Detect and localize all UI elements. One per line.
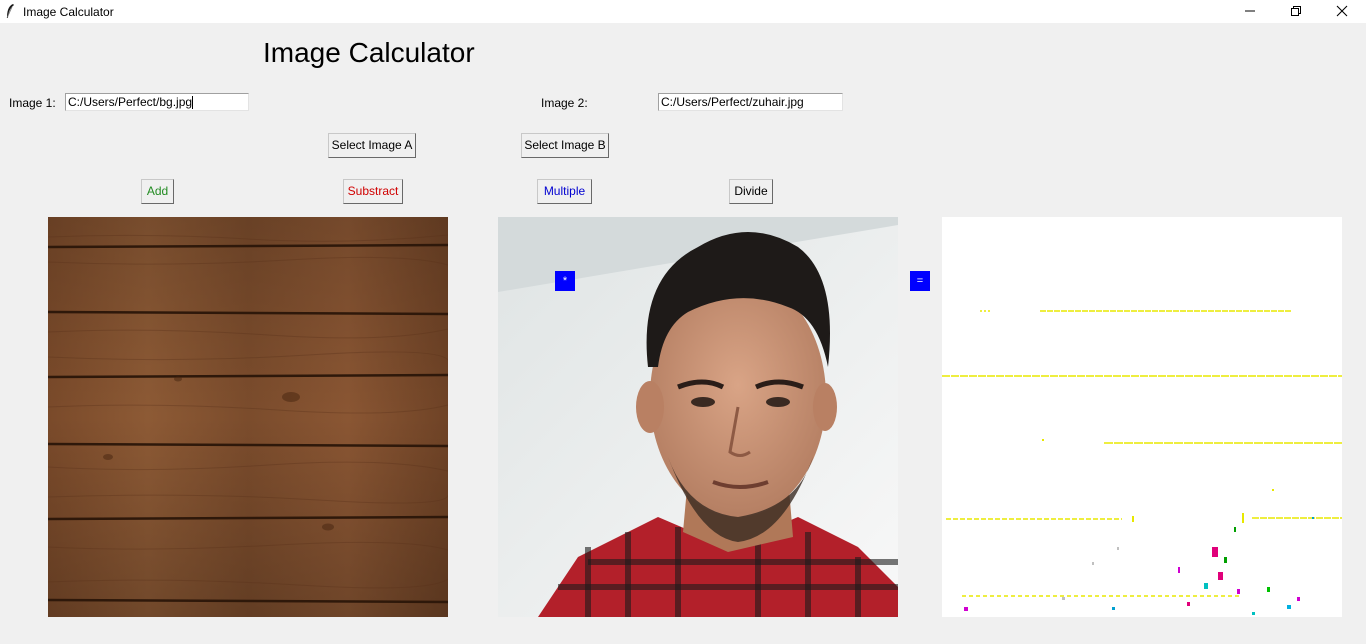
image-a-preview: [48, 217, 448, 617]
close-button[interactable]: [1319, 0, 1365, 23]
title-bar: Image Calculator: [0, 0, 1366, 23]
image1-path-text: C:/Users/Perfect/bg.jpg: [68, 95, 193, 109]
restore-button[interactable]: [1273, 0, 1319, 23]
feather-icon: [6, 4, 14, 19]
minimize-button[interactable]: [1227, 0, 1273, 23]
text-caret: [192, 96, 194, 110]
wood-texture-image: [48, 217, 448, 617]
subtract-button[interactable]: Substract: [343, 179, 403, 204]
image2-path-text: C:/Users/Perfect/zuhair.jpg: [661, 95, 804, 109]
close-icon: [1336, 5, 1348, 17]
add-button[interactable]: Add: [141, 179, 174, 204]
divide-button[interactable]: Divide: [729, 179, 773, 204]
result-image: [942, 217, 1342, 617]
restore-icon: [1291, 6, 1301, 16]
multiply-button[interactable]: Multiple: [537, 179, 592, 204]
window-title: Image Calculator: [23, 5, 114, 19]
page-title: Image Calculator: [263, 37, 475, 68]
select-image-a-button[interactable]: Select Image A: [328, 133, 416, 158]
operator-label: *: [555, 271, 575, 291]
app-window: Image Calculator Image Calculator Image …: [0, 0, 1366, 644]
result-image-preview: [942, 217, 1342, 617]
equals-label: =: [910, 271, 930, 291]
image2-path-field[interactable]: C:/Users/Perfect/zuhair.jpg: [658, 93, 843, 111]
image1-label: Image 1:: [9, 96, 56, 110]
image2-label: Image 2:: [541, 96, 588, 110]
image1-path-field[interactable]: C:/Users/Perfect/bg.jpg: [65, 93, 249, 111]
minimize-icon: [1245, 10, 1255, 12]
select-image-b-button[interactable]: Select Image B: [521, 133, 609, 158]
